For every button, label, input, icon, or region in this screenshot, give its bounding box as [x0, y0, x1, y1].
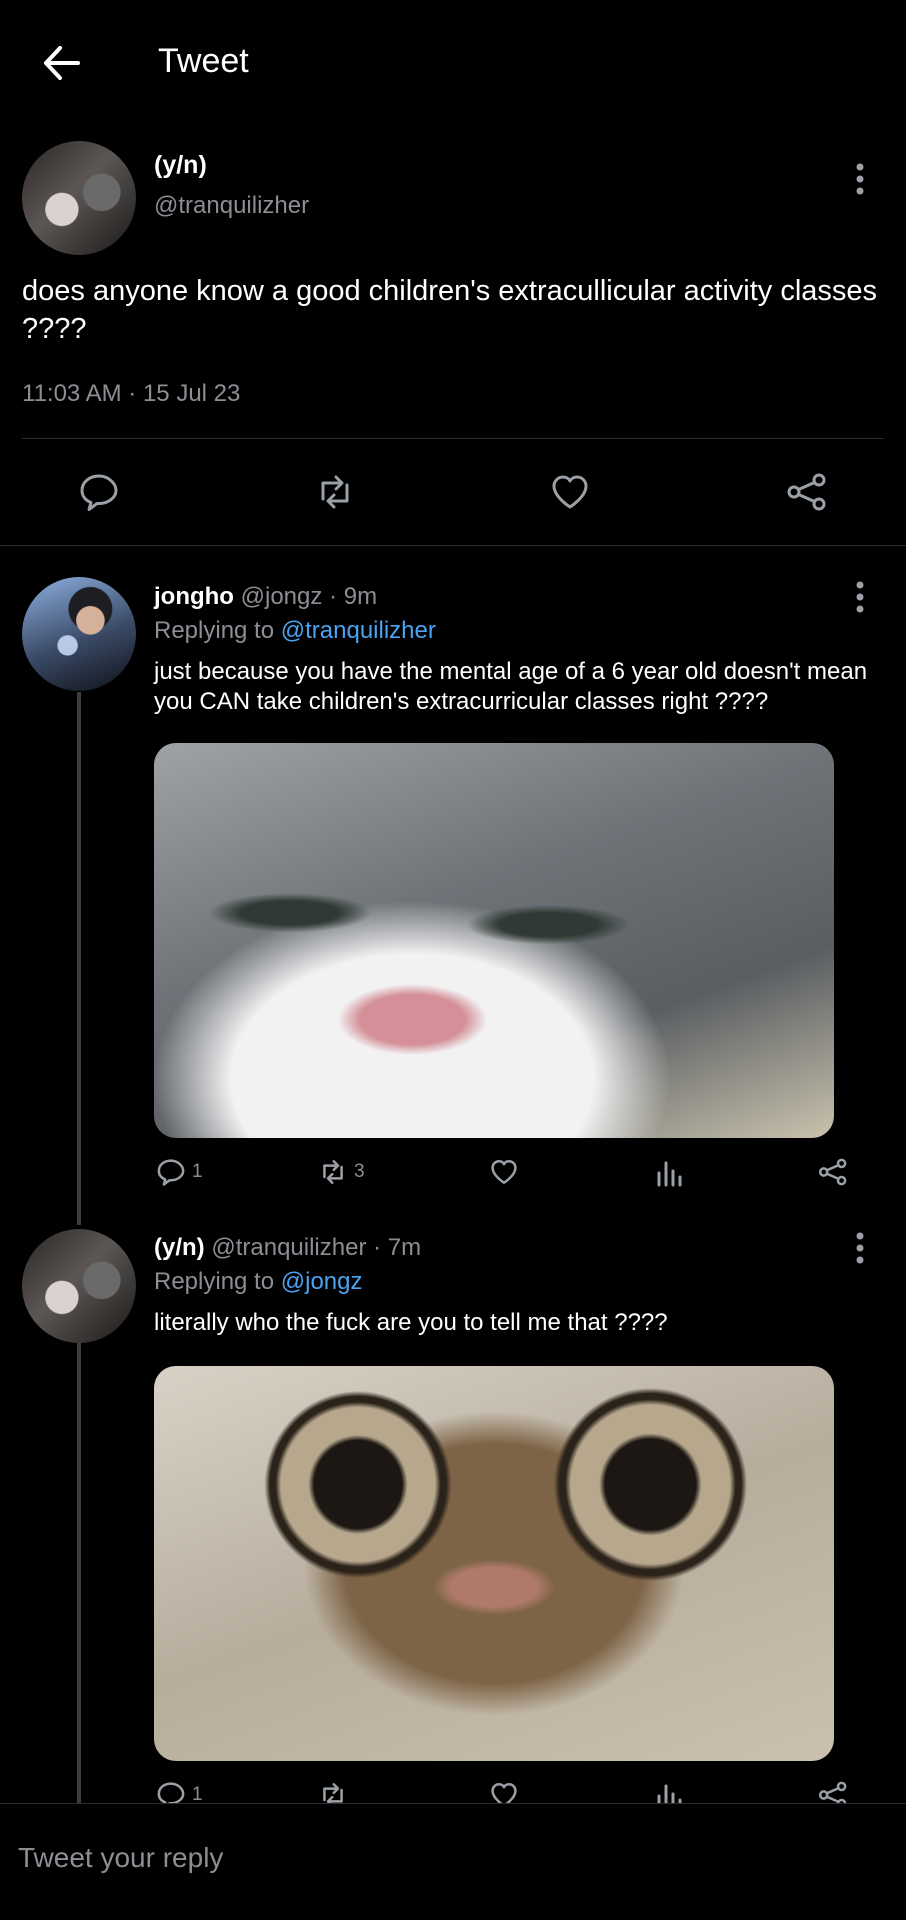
more-icon[interactable]	[855, 1231, 865, 1265]
reply-count: 1	[192, 1161, 203, 1182]
page-title: Tweet	[158, 42, 249, 80]
reply-time: · 9m	[329, 583, 378, 610]
more-icon[interactable]	[855, 580, 865, 614]
replying-to: Replying to @jongz	[154, 1268, 363, 1295]
replying-to-link[interactable]: @jongz	[281, 1268, 363, 1295]
retweet-action[interactable]: 3	[318, 1157, 365, 1187]
tweet-timestamp: 11:03 AM · 15 Jul 23	[22, 380, 241, 407]
reply-action[interactable]: 1	[156, 1157, 203, 1187]
thread-line	[77, 692, 81, 1225]
author-name[interactable]: (y/n)	[154, 151, 207, 180]
reply-author-name[interactable]: jongho	[154, 583, 234, 610]
analytics-icon[interactable]	[654, 1157, 684, 1187]
thread-line	[77, 1343, 81, 1803]
reply-icon[interactable]	[78, 471, 120, 513]
like-icon[interactable]	[549, 471, 591, 513]
reply-author-handle[interactable]: @tranquilizher	[211, 1234, 366, 1261]
reply-input[interactable]: Tweet your reply	[18, 1842, 223, 1874]
avatar[interactable]	[22, 577, 136, 691]
retweet-icon[interactable]	[318, 1157, 348, 1187]
tweet-text: does anyone know a good children's extra…	[22, 275, 878, 345]
share-icon[interactable]	[818, 1157, 848, 1187]
reply-author-name[interactable]: (y/n)	[154, 1234, 205, 1261]
share-icon[interactable]	[786, 471, 828, 513]
back-arrow-icon[interactable]	[38, 40, 84, 86]
reply-header: jongho @jongz · 9m	[154, 583, 377, 611]
replying-to: Replying to @tranquilizher	[154, 617, 436, 644]
reply-text: literally who the fuck are you to tell m…	[154, 1309, 668, 1336]
reply-image[interactable]	[154, 1366, 834, 1761]
avatar[interactable]	[22, 141, 136, 255]
reply-image[interactable]	[154, 743, 834, 1138]
author-handle[interactable]: @tranquilizher	[154, 192, 309, 220]
avatar[interactable]	[22, 1229, 136, 1343]
divider	[0, 545, 906, 546]
more-icon[interactable]	[855, 162, 865, 196]
like-icon[interactable]	[489, 1157, 519, 1187]
replying-to-link[interactable]: @tranquilizher	[281, 617, 436, 644]
retweet-count: 3	[354, 1161, 365, 1182]
reply-text: just because you have the mental age of …	[154, 658, 868, 715]
retweet-icon[interactable]	[314, 471, 356, 513]
reply-icon[interactable]	[156, 1157, 186, 1187]
reply-author-handle[interactable]: @jongz	[241, 583, 323, 610]
reply-time: · 7m	[373, 1234, 422, 1261]
divider	[22, 438, 884, 439]
reply-header: (y/n) @tranquilizher · 7m	[154, 1234, 421, 1262]
divider	[0, 1803, 906, 1804]
